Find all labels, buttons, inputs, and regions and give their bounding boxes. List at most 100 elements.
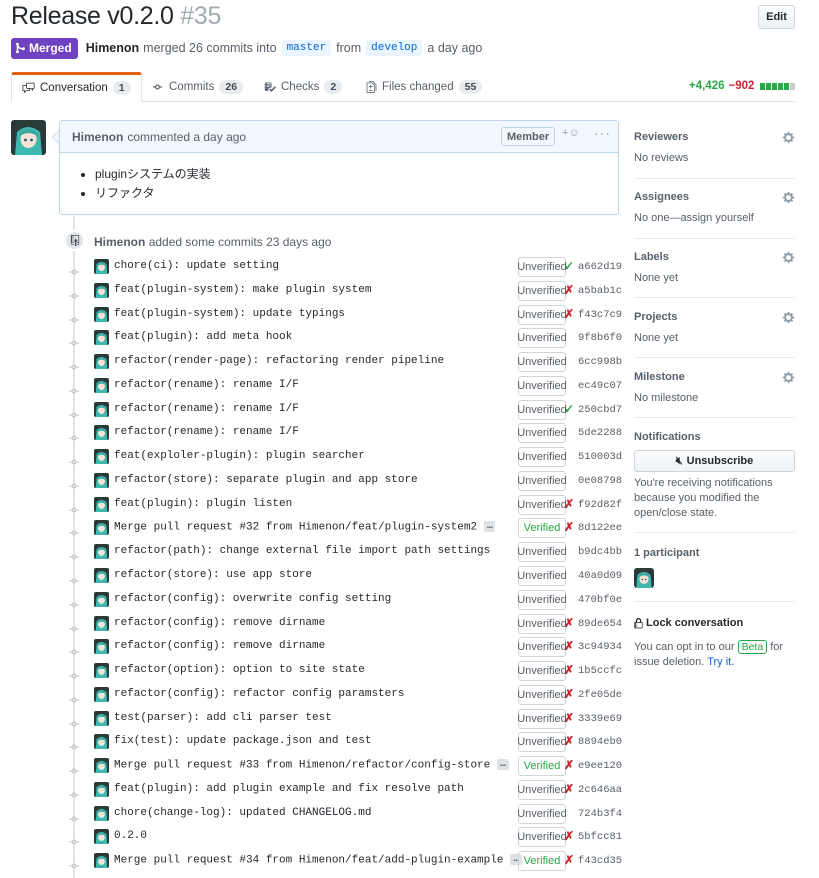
verification-badge[interactable]: Unverified	[517, 779, 567, 800]
commit-message-text[interactable]: Merge pull request #32 from Himenon/feat…	[114, 522, 477, 534]
commit-message-text[interactable]: refactor(config): remove dirname	[114, 640, 325, 652]
commit-message-text[interactable]: refactor(rename): rename I/F	[114, 403, 299, 415]
commit-message-text[interactable]: refactor(rename): rename I/F	[114, 379, 299, 391]
commit-author-avatar[interactable]	[94, 615, 109, 631]
commit-message[interactable]: refactor(config): remove dirname	[114, 640, 325, 652]
commit-author-avatar[interactable]	[94, 306, 109, 322]
tab-commits[interactable]: Commits 26	[141, 72, 253, 102]
commit-message-text[interactable]: refactor(store): separate plugin and app…	[114, 474, 418, 486]
commit-sha[interactable]: a5bab1c	[578, 285, 622, 297]
commit-author-avatar[interactable]	[94, 259, 109, 274]
commit-message-text[interactable]: feat(plugin): add meta hook	[114, 331, 292, 343]
check-failed-icon[interactable]: ✗	[564, 639, 574, 653]
commit-message-text[interactable]: Merge pull request #33 from Himenon/refa…	[114, 760, 490, 772]
commit-author-avatar[interactable]	[94, 330, 109, 346]
verification-badge[interactable]: Unverified	[517, 708, 567, 729]
verification-badge[interactable]: Unverified	[517, 661, 567, 682]
commit-message[interactable]: refactor(config): overwrite config setti…	[114, 593, 391, 605]
commit-sha[interactable]: 5de2288	[578, 427, 622, 439]
commit-message[interactable]: refactor(config): refactor config params…	[114, 688, 404, 700]
check-failed-icon[interactable]: ✗	[564, 853, 574, 867]
verification-badge[interactable]: Unverified	[517, 684, 567, 705]
assignees-value[interactable]: No one—assign yourself	[634, 212, 754, 224]
commit-sha[interactable]: 6cc998b	[578, 356, 622, 368]
tab-conversation[interactable]: Conversation 1	[11, 72, 142, 102]
verification-badge[interactable]: Unverified	[517, 328, 567, 349]
commit-message-text[interactable]: feat(plugin): add plugin example and fix…	[114, 783, 464, 795]
labels-gear-icon[interactable]	[782, 251, 795, 264]
check-failed-icon[interactable]: ✗	[564, 283, 574, 297]
commit-message[interactable]: feat(exploler-plugin): plugin searcher	[114, 450, 365, 462]
check-failed-icon[interactable]: ✗	[564, 687, 574, 701]
verification-badge[interactable]: Unverified	[517, 803, 567, 824]
commit-message[interactable]: feat(plugin-system): update typings	[114, 308, 345, 320]
verification-badge[interactable]: Unverified	[517, 542, 567, 563]
check-failed-icon[interactable]: ✗	[564, 782, 574, 796]
verification-badge[interactable]: Verified	[518, 518, 566, 539]
commit-sha[interactable]: 9f8b6f0	[578, 332, 622, 344]
head-branch[interactable]: develop	[366, 40, 423, 56]
lock-section[interactable]: Lock conversation	[634, 615, 795, 631]
commit-author-avatar[interactable]	[94, 425, 109, 441]
commit-sha[interactable]: 2fe05de	[578, 689, 622, 701]
commit-author-avatar[interactable]	[94, 663, 109, 679]
check-failed-icon[interactable]: ✗	[564, 616, 574, 630]
commit-sha[interactable]: 724b3f4	[578, 808, 622, 820]
commit-author-avatar[interactable]	[94, 591, 109, 607]
commit-author-avatar[interactable]	[94, 282, 109, 298]
commit-message-text[interactable]: refactor(rename): rename I/F	[114, 426, 299, 438]
commit-message[interactable]: refactor(path): change external file imp…	[114, 545, 490, 557]
commit-message[interactable]: test(parser): add cli parser test	[114, 712, 332, 724]
commit-sha[interactable]: 5bfcc81	[578, 831, 622, 843]
add-reaction-icon[interactable]: +☺	[562, 127, 580, 139]
milestone-gear-icon[interactable]	[782, 371, 795, 384]
commit-message-text[interactable]: feat(plugin-system): make plugin system	[114, 284, 371, 296]
commit-author-avatar[interactable]	[94, 758, 109, 774]
commit-message[interactable]: refactor(render-page): refactoring rende…	[114, 355, 444, 367]
commit-sha[interactable]: b9dc4bb	[578, 546, 622, 558]
tab-files-changed[interactable]: Files changed 55	[356, 72, 492, 102]
comment-author[interactable]: Himenon	[72, 130, 123, 144]
commit-author-avatar[interactable]	[94, 449, 109, 465]
commit-sha[interactable]: 8894eb0	[578, 736, 622, 748]
check-failed-icon[interactable]: ✗	[564, 520, 574, 534]
commit-sha[interactable]: 0e08798	[578, 475, 622, 487]
commit-sha[interactable]: 470bf0e	[578, 594, 622, 606]
check-passed-icon[interactable]: ✓	[564, 259, 574, 273]
verification-badge[interactable]: Unverified	[517, 257, 567, 277]
commit-message[interactable]: refactor(store): use app store	[114, 569, 312, 581]
commit-message[interactable]: feat(plugin-system): make plugin system	[114, 284, 371, 296]
assignees-gear-icon[interactable]	[782, 191, 795, 204]
commit-author-avatar[interactable]	[94, 805, 109, 821]
edit-button[interactable]: Edit	[758, 5, 795, 29]
commit-expand-button[interactable]: …	[497, 759, 509, 771]
commit-message-text[interactable]: chore(change-log): updated CHANGELOG.md	[114, 807, 371, 819]
commit-message-text[interactable]: refactor(config): refactor config params…	[114, 688, 404, 700]
check-failed-icon[interactable]: ✗	[564, 734, 574, 748]
commit-message-text[interactable]: feat(plugin): plugin listen	[114, 498, 292, 510]
commit-author-avatar[interactable]	[94, 710, 109, 726]
comment-author-avatar[interactable]	[11, 120, 46, 155]
more-options-icon[interactable]: ···	[594, 125, 611, 141]
verification-badge[interactable]: Unverified	[517, 304, 567, 325]
commit-message[interactable]: refactor(config): remove dirname	[114, 617, 325, 629]
commit-sha[interactable]: 510003d	[578, 451, 622, 463]
commit-sha[interactable]: ec49c07	[578, 380, 622, 392]
commit-sha[interactable]: e9ee120	[578, 760, 622, 772]
commit-message-text[interactable]: feat(plugin-system): update typings	[114, 308, 345, 320]
verification-badge[interactable]: Unverified	[517, 732, 567, 753]
verification-badge[interactable]: Unverified	[517, 589, 567, 610]
commit-message[interactable]: feat(plugin): add meta hook	[114, 331, 292, 343]
verification-badge[interactable]: Unverified	[517, 375, 567, 396]
commit-author-avatar[interactable]	[94, 734, 109, 750]
commit-message-text[interactable]: refactor(config): remove dirname	[114, 617, 325, 629]
verification-badge[interactable]: Unverified	[517, 423, 567, 444]
try-it-link[interactable]: Try it.	[707, 656, 734, 668]
commit-message-text[interactable]: refactor(store): use app store	[114, 569, 312, 581]
commit-message-text[interactable]: 0.2.0	[114, 830, 147, 842]
verification-badge[interactable]: Verified	[518, 851, 566, 872]
participant-avatar[interactable]	[634, 568, 654, 588]
verification-badge[interactable]: Unverified	[517, 352, 567, 373]
comment-meta[interactable]: commented a day ago	[127, 130, 246, 144]
commit-author-avatar[interactable]	[94, 401, 109, 417]
